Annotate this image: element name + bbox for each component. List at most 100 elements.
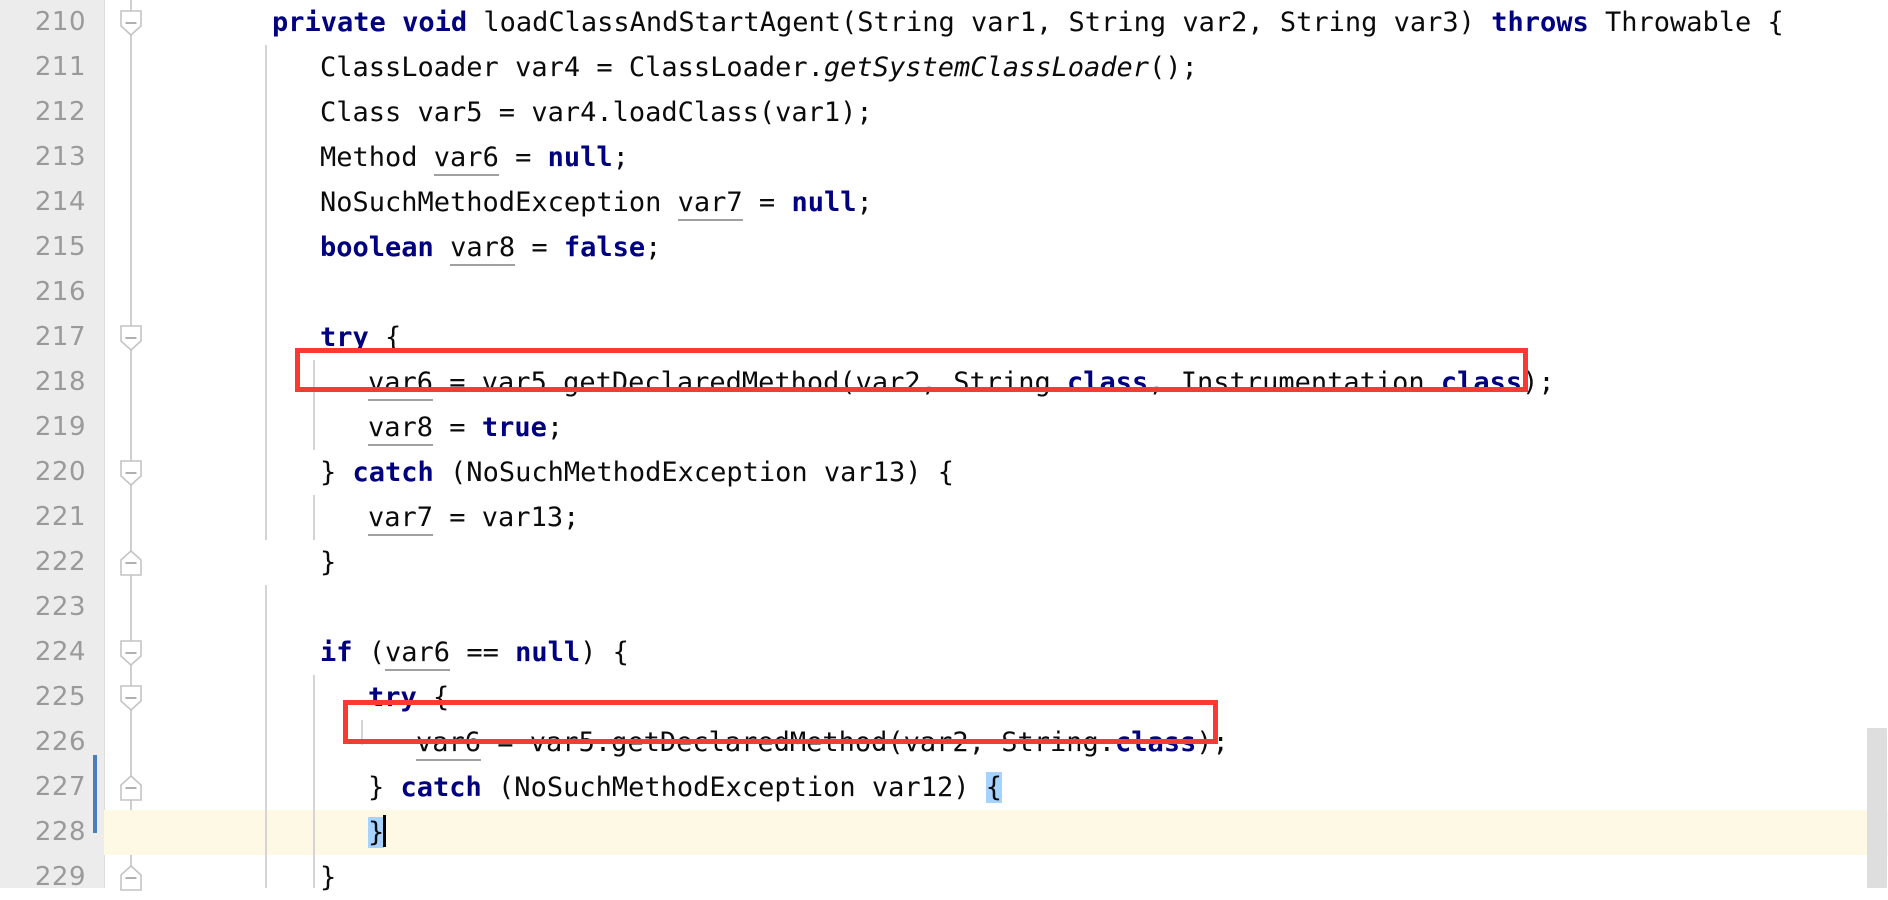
code-line-217[interactable]: 217 try { [0, 315, 1888, 360]
fold-collapse-icon[interactable] [120, 9, 142, 36]
row-gutter-background [104, 360, 202, 405]
code-editor[interactable]: 210 private void loadClassAndStartAgent(S… [0, 0, 1888, 893]
token-kw: null [791, 187, 857, 218]
token-plain: } [320, 547, 337, 578]
code-text-220[interactable]: } catch (NoSuchMethodException var13) { [320, 450, 954, 495]
code-line-210[interactable]: 210 private void loadClassAndStartAgent(S… [0, 0, 1888, 45]
line-number-223[interactable]: 223 [0, 585, 86, 630]
line-number-221[interactable]: 221 [0, 495, 86, 540]
code-line-218[interactable]: 218 var6 = var5.getDeclaredMethod(var2, S… [0, 360, 1888, 405]
token-plain: ClassLoader var4 = ClassLoader. [320, 52, 824, 83]
vertical-scrollbar-thumb[interactable] [1867, 728, 1887, 888]
code-text-224[interactable]: if (var6 == null) { [320, 630, 629, 675]
code-text-222[interactable]: } [320, 540, 336, 585]
fold-collapse-icon[interactable] [120, 684, 142, 711]
code-line-215[interactable]: 215 boolean var8 = false; [0, 225, 1888, 270]
row-background [202, 270, 1888, 315]
code-text-215[interactable]: boolean var8 = false; [320, 225, 661, 270]
line-number-215[interactable]: 215 [0, 225, 86, 270]
code-text-214[interactable]: NoSuchMethodException var7 = null; [320, 180, 873, 225]
code-line-221[interactable]: 221 var7 = var13; [0, 495, 1888, 540]
code-line-214[interactable]: 214 NoSuchMethodException var7 = null; [0, 180, 1888, 225]
code-line-225[interactable]: 225 try { [0, 675, 1888, 720]
token-kw: private [272, 7, 386, 38]
code-text-211[interactable]: ClassLoader var4 = ClassLoader.getSystem… [320, 45, 1198, 90]
row-background [202, 540, 1888, 585]
code-line-224[interactable]: 224 if (var6 == null) { [0, 630, 1888, 675]
fold-collapse-icon[interactable] [120, 459, 142, 486]
code-line-226[interactable]: 226 var6 = var5.getDeclaredMethod(var2, S… [0, 720, 1888, 765]
token-plain: = [742, 187, 792, 218]
token-plain: loadClassAndStartAgent(String var1, Stri… [467, 7, 1492, 38]
token-plain: NoSuchMethodException [320, 187, 678, 218]
line-number-218[interactable]: 218 [0, 360, 86, 405]
code-text-210[interactable]: private void loadClassAndStartAgent(Stri… [272, 0, 1784, 45]
line-number-217[interactable]: 217 [0, 315, 86, 360]
row-gutter-background [104, 585, 202, 630]
row-background [202, 315, 1888, 360]
row-gutter-background [104, 270, 202, 315]
line-number-216[interactable]: 216 [0, 270, 86, 315]
indent-guide-7 [361, 720, 363, 745]
fold-end-icon[interactable] [120, 774, 142, 801]
code-line-220[interactable]: 220 } catch (NoSuchMethodException var13)… [0, 450, 1888, 495]
code-text-213[interactable]: Method var6 = null; [320, 135, 629, 180]
token-kw: null [547, 142, 613, 173]
token-mutvar: var7 [368, 502, 434, 536]
code-line-216[interactable]: 216 [0, 270, 1888, 315]
row-gutter-background [104, 540, 202, 585]
line-number-228[interactable]: 228 [0, 810, 86, 855]
code-line-211[interactable]: 211 ClassLoader var4 = ClassLoader.getSys… [0, 45, 1888, 90]
line-number-226[interactable]: 226 [0, 720, 86, 765]
token-kw: false [563, 232, 646, 263]
line-number-211[interactable]: 211 [0, 45, 86, 90]
code-text-225[interactable]: try { [368, 675, 449, 720]
code-text-219[interactable]: var8 = true; [368, 405, 563, 450]
code-line-229[interactable]: 229} [0, 855, 1888, 900]
fold-end-icon[interactable] [120, 864, 142, 891]
code-line-228[interactable]: 228} [0, 810, 1888, 855]
code-line-213[interactable]: 213 Method var6 = null; [0, 135, 1888, 180]
code-line-212[interactable]: 212 Class var5 = var4.loadClass(var1); [0, 90, 1888, 135]
token-kw: throws [1491, 7, 1589, 38]
line-number-224[interactable]: 224 [0, 630, 86, 675]
line-number-220[interactable]: 220 [0, 450, 86, 495]
line-number-222[interactable]: 222 [0, 540, 86, 585]
token-plain: ); [1522, 367, 1555, 398]
code-line-227[interactable]: 227 } catch (NoSuchMethodException var12)… [0, 765, 1888, 810]
line-number-213[interactable]: 213 [0, 135, 86, 180]
line-number-227[interactable]: 227 [0, 765, 86, 810]
row-gutter-background [104, 405, 202, 450]
line-number-212[interactable]: 212 [0, 90, 86, 135]
code-text-217[interactable]: try { [320, 315, 401, 360]
row-gutter-background [104, 855, 202, 900]
line-number-229[interactable]: 229 [0, 855, 86, 900]
token-mutvar: var8 [368, 412, 434, 446]
code-text-218[interactable]: var6 = var5.getDeclaredMethod(var2, Stri… [368, 360, 1555, 405]
code-text-221[interactable]: var7 = var13; [368, 495, 579, 540]
line-number-219[interactable]: 219 [0, 405, 86, 450]
line-number-225[interactable]: 225 [0, 675, 86, 720]
fold-collapse-icon[interactable] [120, 639, 142, 666]
token-plain: (NoSuchMethodException var12) [481, 772, 986, 803]
line-number-210[interactable]: 210 [0, 0, 86, 45]
line-number-214[interactable]: 214 [0, 180, 86, 225]
row-background [202, 855, 1888, 900]
code-line-222[interactable]: 222} [0, 540, 1888, 585]
token-mutvar: var8 [450, 232, 516, 266]
code-text-229[interactable]: } [320, 855, 336, 900]
code-text-228[interactable]: } [368, 810, 387, 855]
token-kw: try [320, 322, 369, 353]
code-text-212[interactable]: Class var5 = var4.loadClass(var1); [320, 90, 873, 135]
vcs-modified-marker[interactable] [93, 755, 97, 833]
fold-collapse-icon[interactable] [120, 324, 142, 351]
token-mutvar: var7 [677, 187, 743, 221]
vertical-scrollbar-track[interactable] [1866, 0, 1888, 888]
token-mutvar: var6 [368, 367, 434, 401]
fold-end-icon[interactable] [120, 549, 142, 576]
code-text-226[interactable]: var6 = var5.getDeclaredMethod(var2, Stri… [416, 720, 1229, 765]
code-line-219[interactable]: 219 var8 = true; [0, 405, 1888, 450]
code-line-223[interactable]: 223 [0, 585, 1888, 630]
code-text-227[interactable]: } catch (NoSuchMethodException var12) { [368, 765, 1002, 810]
